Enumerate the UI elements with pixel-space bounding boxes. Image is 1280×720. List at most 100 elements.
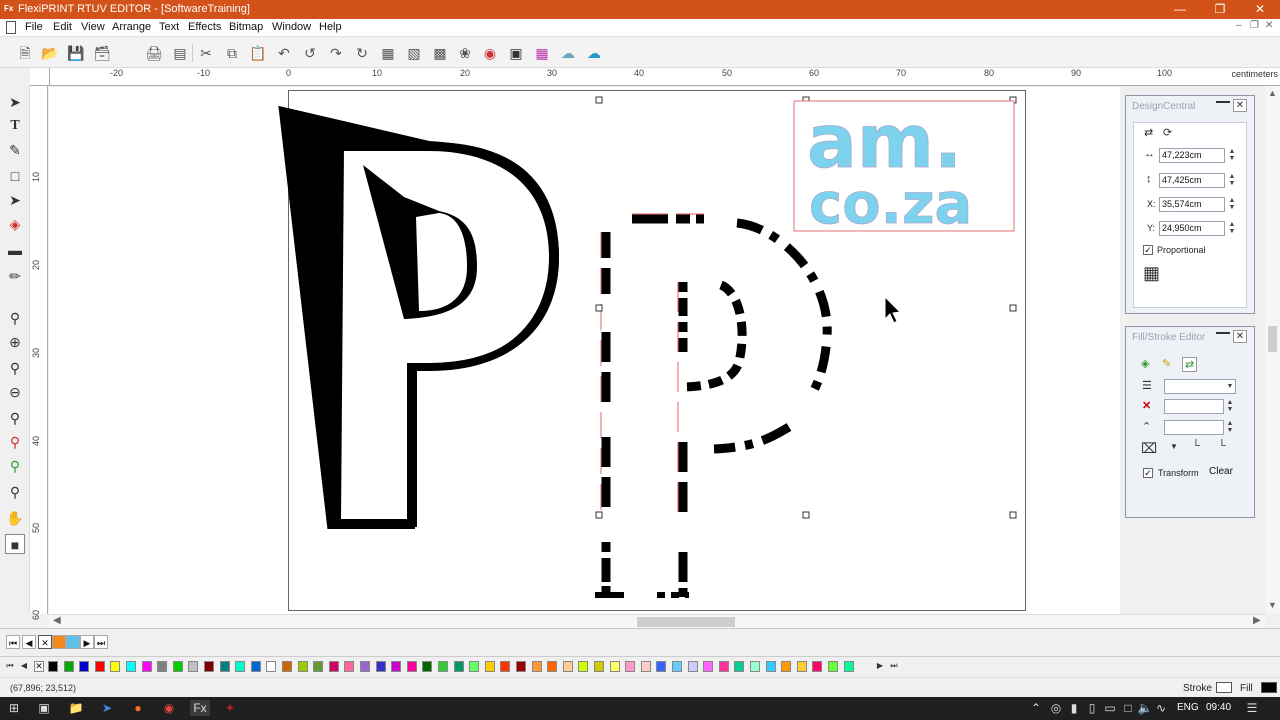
panel-close-icon[interactable]: ✕ <box>1233 99 1247 112</box>
close-icon[interactable]: ✕ <box>1240 0 1280 19</box>
no-stroke-icon[interactable]: ✕ <box>1142 399 1151 412</box>
save-all-icon[interactable]: 🗃 <box>92 43 112 63</box>
mdi-close-icon[interactable]: ✕ <box>1265 20 1273 31</box>
redo-icon[interactable]: ↷ <box>326 43 346 63</box>
pointer-tool-icon[interactable]: ➤ <box>5 92 25 112</box>
tray-app-icon[interactable]: ◎ <box>1048 700 1064 716</box>
x-field[interactable]: 35,574cm <box>1159 197 1225 212</box>
copy-icon[interactable]: ⧉ <box>222 43 242 63</box>
chrome-icon[interactable]: ◉ <box>161 700 177 716</box>
stroke-width-stepper[interactable]: ▲ ▼ <box>1224 399 1236 414</box>
y-field[interactable]: 24,950cm <box>1159 221 1225 236</box>
color-swatch[interactable] <box>578 661 589 672</box>
tray-icon[interactable]: □ <box>1120 700 1136 716</box>
color-swatch[interactable] <box>328 661 339 672</box>
menu-help[interactable]: Help <box>319 21 342 33</box>
mdi-restore-icon[interactable]: ❐ <box>1250 20 1259 31</box>
menu-bitmap[interactable]: Bitmap <box>229 21 263 33</box>
color-swatch[interactable] <box>734 661 745 672</box>
print-icon[interactable]: 🖨 <box>144 43 164 63</box>
height-stepper[interactable]: ▲ ▼ <box>1226 173 1238 188</box>
color-swatch[interactable] <box>531 661 542 672</box>
panel-header[interactable]: DesignCentral ✕ <box>1126 96 1254 116</box>
undo-all-icon[interactable]: ↺ <box>300 43 320 63</box>
network-icon[interactable]: ▯ <box>1084 700 1100 716</box>
color-swatch[interactable] <box>297 661 308 672</box>
menu-effects[interactable]: Effects <box>188 21 221 33</box>
color-swatch[interactable] <box>750 661 760 672</box>
color-swatch[interactable] <box>484 661 495 672</box>
anchor-grid-icon[interactable]: ▦ <box>1143 263 1160 284</box>
no-color-swatch[interactable]: ✕ <box>34 661 44 672</box>
color-swatch[interactable] <box>687 661 698 672</box>
arrange-icon[interactable]: ▩ <box>430 43 450 63</box>
color-swatch[interactable] <box>282 661 292 672</box>
scroll-right-icon[interactable]: ▶ <box>1253 615 1261 626</box>
transform-icon[interactable]: ⇄ <box>1144 126 1153 139</box>
wifi-icon[interactable]: ∿ <box>1153 700 1169 716</box>
zoom-in-tool-icon[interactable]: ⚲ <box>5 308 25 328</box>
color-swatch[interactable] <box>843 661 854 672</box>
color-swatch[interactable] <box>672 661 682 672</box>
node-edit-tool-icon[interactable]: ➤ <box>5 190 25 210</box>
color-grid-icon[interactable]: ▣ <box>506 43 526 63</box>
color-swatch[interactable] <box>625 661 636 672</box>
task-view-icon[interactable]: ▣ <box>36 700 52 716</box>
color-swatch[interactable] <box>594 661 604 672</box>
distribute-icon[interactable]: ▧ <box>404 43 424 63</box>
h-scroll-thumb[interactable] <box>637 617 735 627</box>
prev-page-icon[interactable]: ◀ <box>22 635 36 649</box>
stroke-width-field[interactable] <box>1164 399 1224 414</box>
cloud-icon[interactable]: ☁ <box>558 43 578 63</box>
color-swatch[interactable] <box>422 661 433 672</box>
color-swatch[interactable] <box>656 661 667 672</box>
color-swatch[interactable] <box>640 661 651 672</box>
app-icon-red[interactable]: ✦ <box>222 700 238 716</box>
pan-tool-icon[interactable]: ✋ <box>5 508 25 528</box>
align-icon[interactable]: ▦ <box>378 43 398 63</box>
transform-checkbox[interactable]: ✓ <box>1143 468 1153 478</box>
color-swatch[interactable] <box>375 661 386 672</box>
rectangle-tool-icon[interactable]: □ <box>5 166 25 186</box>
zoom-fit-icon[interactable]: ⊖ <box>5 382 25 402</box>
color-swatch[interactable] <box>313 661 324 672</box>
zoom-minus-icon[interactable]: ⚲ <box>5 358 25 378</box>
color-swatch[interactable] <box>812 661 823 672</box>
redo-all-icon[interactable]: ↻ <box>352 43 372 63</box>
color-swatch[interactable] <box>48 661 58 672</box>
maximize-icon[interactable]: ❐ <box>1200 0 1240 19</box>
swatch-dropdown-icon[interactable]: ▼ <box>1170 442 1178 451</box>
color-swatch[interactable] <box>188 661 199 672</box>
palette-first-icon[interactable]: ⏮ <box>4 660 16 672</box>
color-swatch[interactable] <box>94 661 105 672</box>
color-swatch[interactable] <box>828 661 838 672</box>
color-swatch[interactable] <box>547 661 558 672</box>
fill-swatch[interactable] <box>1261 682 1277 693</box>
color-swatch[interactable] <box>469 661 480 672</box>
y-stepper[interactable]: ▲ ▼ <box>1226 221 1238 236</box>
palette-next-icon[interactable]: ▶ <box>874 660 886 672</box>
color-swatch[interactable] <box>765 661 776 672</box>
color-swatch[interactable] <box>516 661 526 672</box>
color-swatch-tool-icon[interactable]: ■ <box>5 534 25 554</box>
color-swatch[interactable] <box>141 661 152 672</box>
menu-file[interactable]: File <box>25 21 43 33</box>
stroke-arrows-icon[interactable]: ⇄ <box>1182 357 1198 372</box>
undo-icon[interactable]: ↶ <box>274 43 294 63</box>
zoom-all-icon[interactable]: ⚲ <box>5 456 25 476</box>
width-stepper[interactable]: ▲ ▼ <box>1226 148 1238 163</box>
cap-style-icon[interactable]: └ <box>1218 440 1226 452</box>
palette-last-icon[interactable]: ⏭ <box>888 660 900 672</box>
zoom-selection-icon[interactable]: ⚲ <box>5 432 25 452</box>
color-swatch[interactable] <box>110 661 121 672</box>
v-scroll-thumb[interactable] <box>1268 326 1277 352</box>
battery-icon[interactable]: ▭ <box>1102 700 1118 716</box>
rotate-icon[interactable]: ⟳ <box>1163 126 1172 139</box>
save-icon[interactable]: 💾 <box>66 43 86 63</box>
scroll-down-icon[interactable]: ▼ <box>1268 600 1277 610</box>
color-swatch[interactable] <box>235 661 246 672</box>
next-page-icon[interactable]: ▶ <box>80 635 94 649</box>
miter-stepper[interactable]: ▲ ▼ <box>1224 420 1236 435</box>
color-swatch[interactable] <box>344 661 355 672</box>
fill-tool-icon[interactable]: ◈ <box>5 214 25 234</box>
